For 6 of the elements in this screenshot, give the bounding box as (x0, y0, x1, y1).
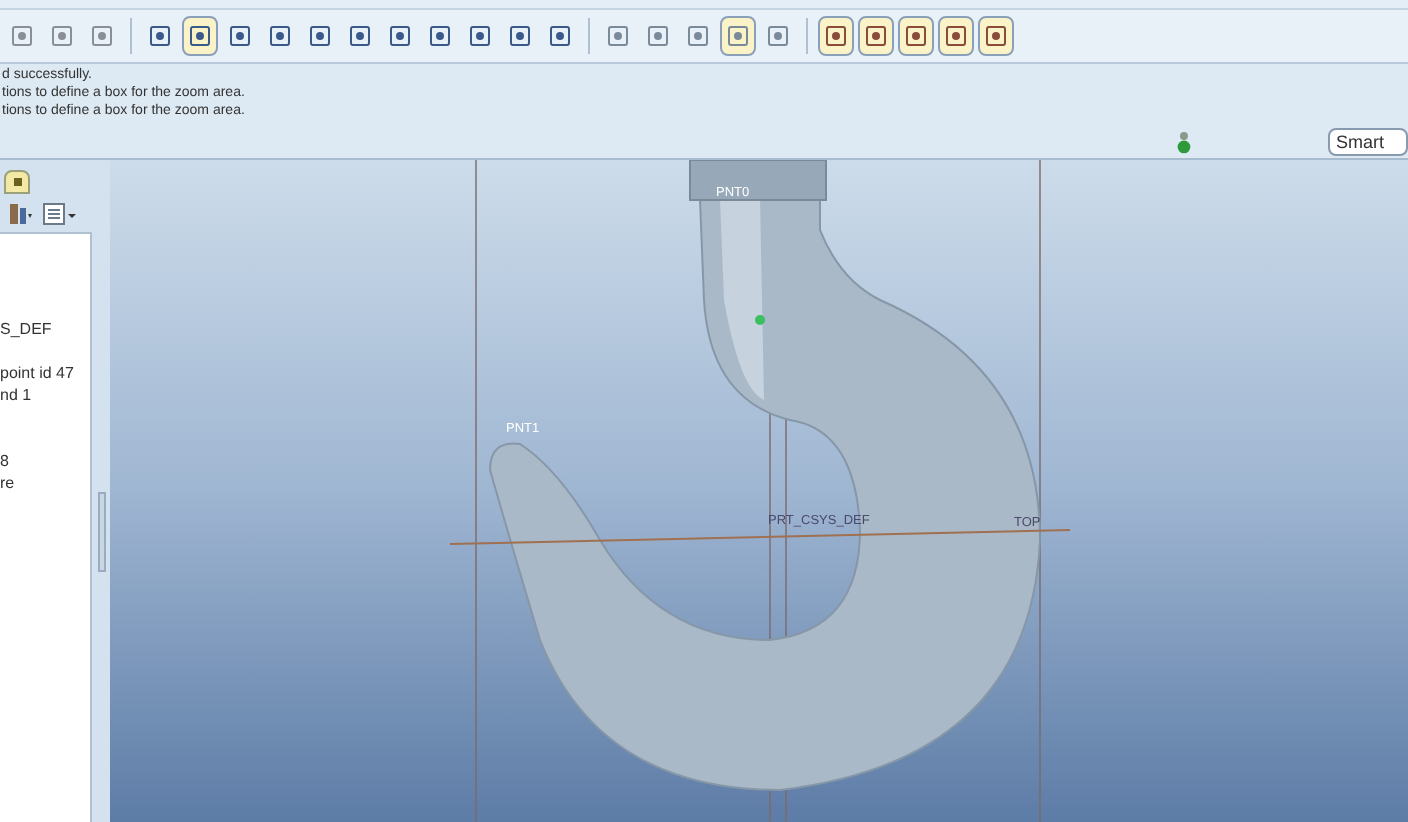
tree-item[interactable]: nd 1 (0, 384, 32, 406)
tree-item[interactable]: S_DEF (0, 318, 52, 340)
tree-item[interactable]: point id 47 (0, 362, 74, 384)
tree-item[interactable]: 8 (0, 450, 9, 472)
tree-item[interactable]: re (0, 472, 15, 494)
filter-field[interactable]: Smart (1328, 127, 1408, 155)
